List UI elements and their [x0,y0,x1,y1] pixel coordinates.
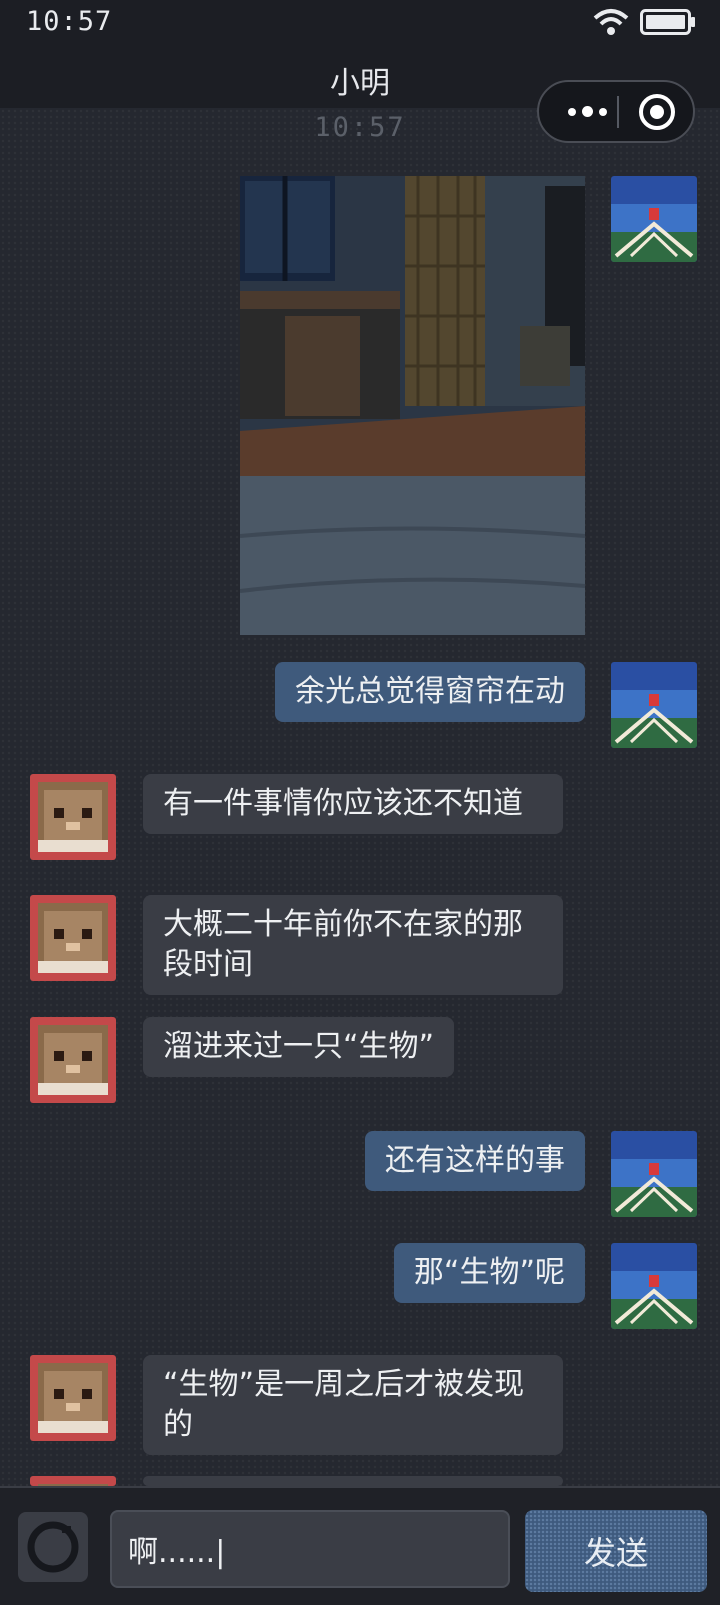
message-bubble-other: “生物”是一周之后才被发现的 [143,1355,563,1455]
my-avatar[interactable] [611,662,697,748]
wifi-icon [593,9,629,35]
input-bar: 发送 [0,1486,720,1605]
contact-avatar[interactable] [30,1355,116,1441]
status-time: 10:57 [26,6,113,37]
chat-timestamp: 10:57 [314,112,406,143]
photo-message[interactable] [240,176,585,635]
my-avatar[interactable] [611,1243,697,1329]
message-input[interactable] [110,1510,510,1588]
message-bubble-other: 大概二十年前你不在家的那段时间 [143,895,563,995]
message-bubble-other [143,1476,563,1486]
contact-avatar[interactable] [30,774,116,860]
contact-avatar[interactable] [30,895,116,981]
message-bubble-me: 还有这样的事 [365,1131,585,1191]
message-bubble-other: 溜进来过一只“生物” [143,1017,455,1077]
send-button[interactable]: 发送 [525,1510,707,1592]
camera-button[interactable] [18,1512,88,1582]
battery-icon [640,9,695,35]
contact-avatar[interactable] [30,1017,116,1103]
message-bubble-me: 余光总觉得窗帘在动 [275,662,585,722]
contact-avatar [30,1476,116,1486]
my-avatar[interactable] [611,176,697,262]
message-bubble-me: 那“生物”呢 [393,1243,585,1303]
my-avatar[interactable] [611,1131,697,1217]
bedroom-photo [240,176,585,635]
camera-icon [27,1521,79,1573]
message-bubble-other: 有一件事情你应该还不知道 [143,774,563,834]
